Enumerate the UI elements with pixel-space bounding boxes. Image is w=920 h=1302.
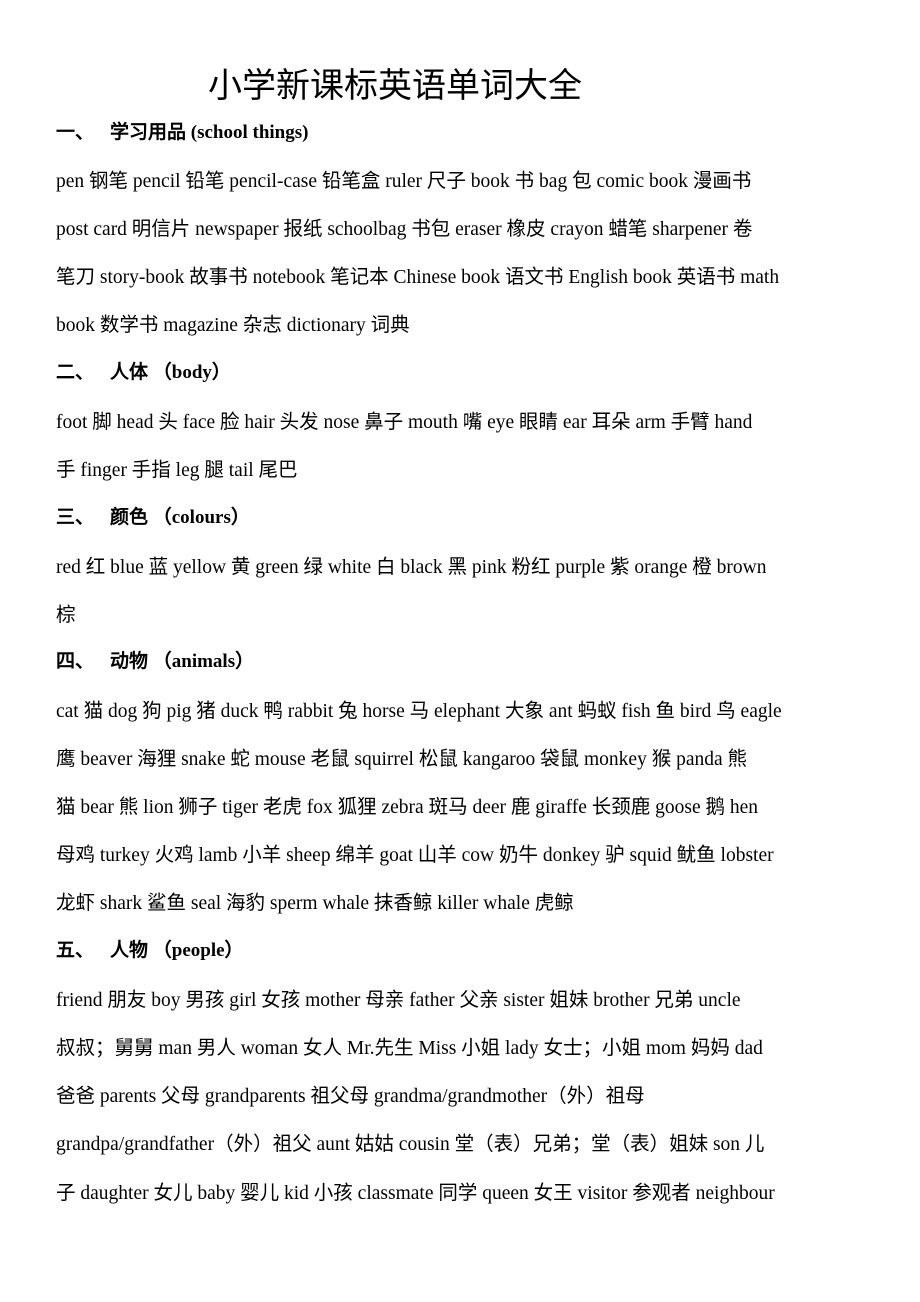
section-number: 四、: [56, 651, 95, 672]
section-number: 五、: [56, 940, 95, 961]
section-heading-school-things: 一、 学习用品 (school things): [56, 117, 308, 144]
vocab-line: 龙虾 shark 鲨鱼 seal 海豹 sperm whale 抹香鲸 kill…: [56, 893, 574, 914]
vocab-line: 母鸡 turkey 火鸡 lamb 小羊 sheep 绵羊 goat 山羊 co…: [56, 845, 774, 866]
section-title: 动物 （animals）: [110, 651, 255, 672]
vocab-line: red 红 blue 蓝 yellow 黄 green 绿 white 白 bl…: [56, 557, 767, 578]
section-heading-body: 二、 人体 （body）: [56, 357, 231, 384]
section-title: 人体 （body）: [110, 362, 231, 383]
vocab-line: 笔刀 story-book 故事书 notebook 笔记本 Chinese b…: [56, 267, 780, 288]
section-heading-animals: 四、 动物 （animals）: [56, 646, 254, 673]
section-title: 人物 （people）: [110, 940, 244, 961]
section-heading-colours: 三、 颜色 （colours）: [56, 502, 250, 529]
vocab-line: grandpa/grandfather（外）祖父 aunt 姑姑 cousin …: [56, 1134, 765, 1155]
vocab-line: 猫 bear 熊 lion 狮子 tiger 老虎 fox 狐狸 zebra 斑…: [56, 797, 759, 818]
vocab-line: post card 明信片 newspaper 报纸 schoolbag 书包 …: [56, 219, 753, 240]
vocab-line: 子 daughter 女儿 baby 婴儿 kid 小孩 classmate 同…: [56, 1183, 775, 1204]
section-heading-people: 五、 人物 （people）: [56, 935, 244, 962]
vocab-line: 叔叔；舅舅 man 男人 woman 女人 Mr.先生 Miss 小姐 lady…: [56, 1038, 763, 1059]
section-title: 学习用品 (school things): [110, 122, 309, 143]
vocab-line: friend 朋友 boy 男孩 girl 女孩 mother 母亲 fathe…: [56, 990, 741, 1011]
vocab-line: 爸爸 parents 父母 grandparents 祖父母 grandma/g…: [56, 1086, 645, 1107]
section-number: 三、: [56, 507, 95, 528]
vocab-line: 手 finger 手指 leg 腿 tail 尾巴: [56, 460, 298, 481]
section-title: 颜色 （colours）: [110, 507, 250, 528]
vocab-line: 鹰 beaver 海狸 snake 蛇 mouse 老鼠 squirrel 松鼠…: [56, 749, 748, 770]
vocab-line: book 数学书 magazine 杂志 dictionary 词典: [56, 315, 410, 336]
page-title: 小学新课标英语单词大全: [208, 66, 582, 106]
vocab-line: pen 钢笔 pencil 铅笔 pencil-case 铅笔盒 ruler 尺…: [56, 171, 752, 192]
vocab-line: 棕: [56, 605, 76, 626]
section-number: 二、: [56, 362, 95, 383]
vocab-line: foot 脚 head 头 face 脸 hair 头发 nose 鼻子 mou…: [56, 412, 753, 433]
vocab-line: cat 猫 dog 狗 pig 猪 duck 鸭 rabbit 兔 horse …: [56, 701, 782, 722]
section-number: 一、: [56, 122, 95, 143]
